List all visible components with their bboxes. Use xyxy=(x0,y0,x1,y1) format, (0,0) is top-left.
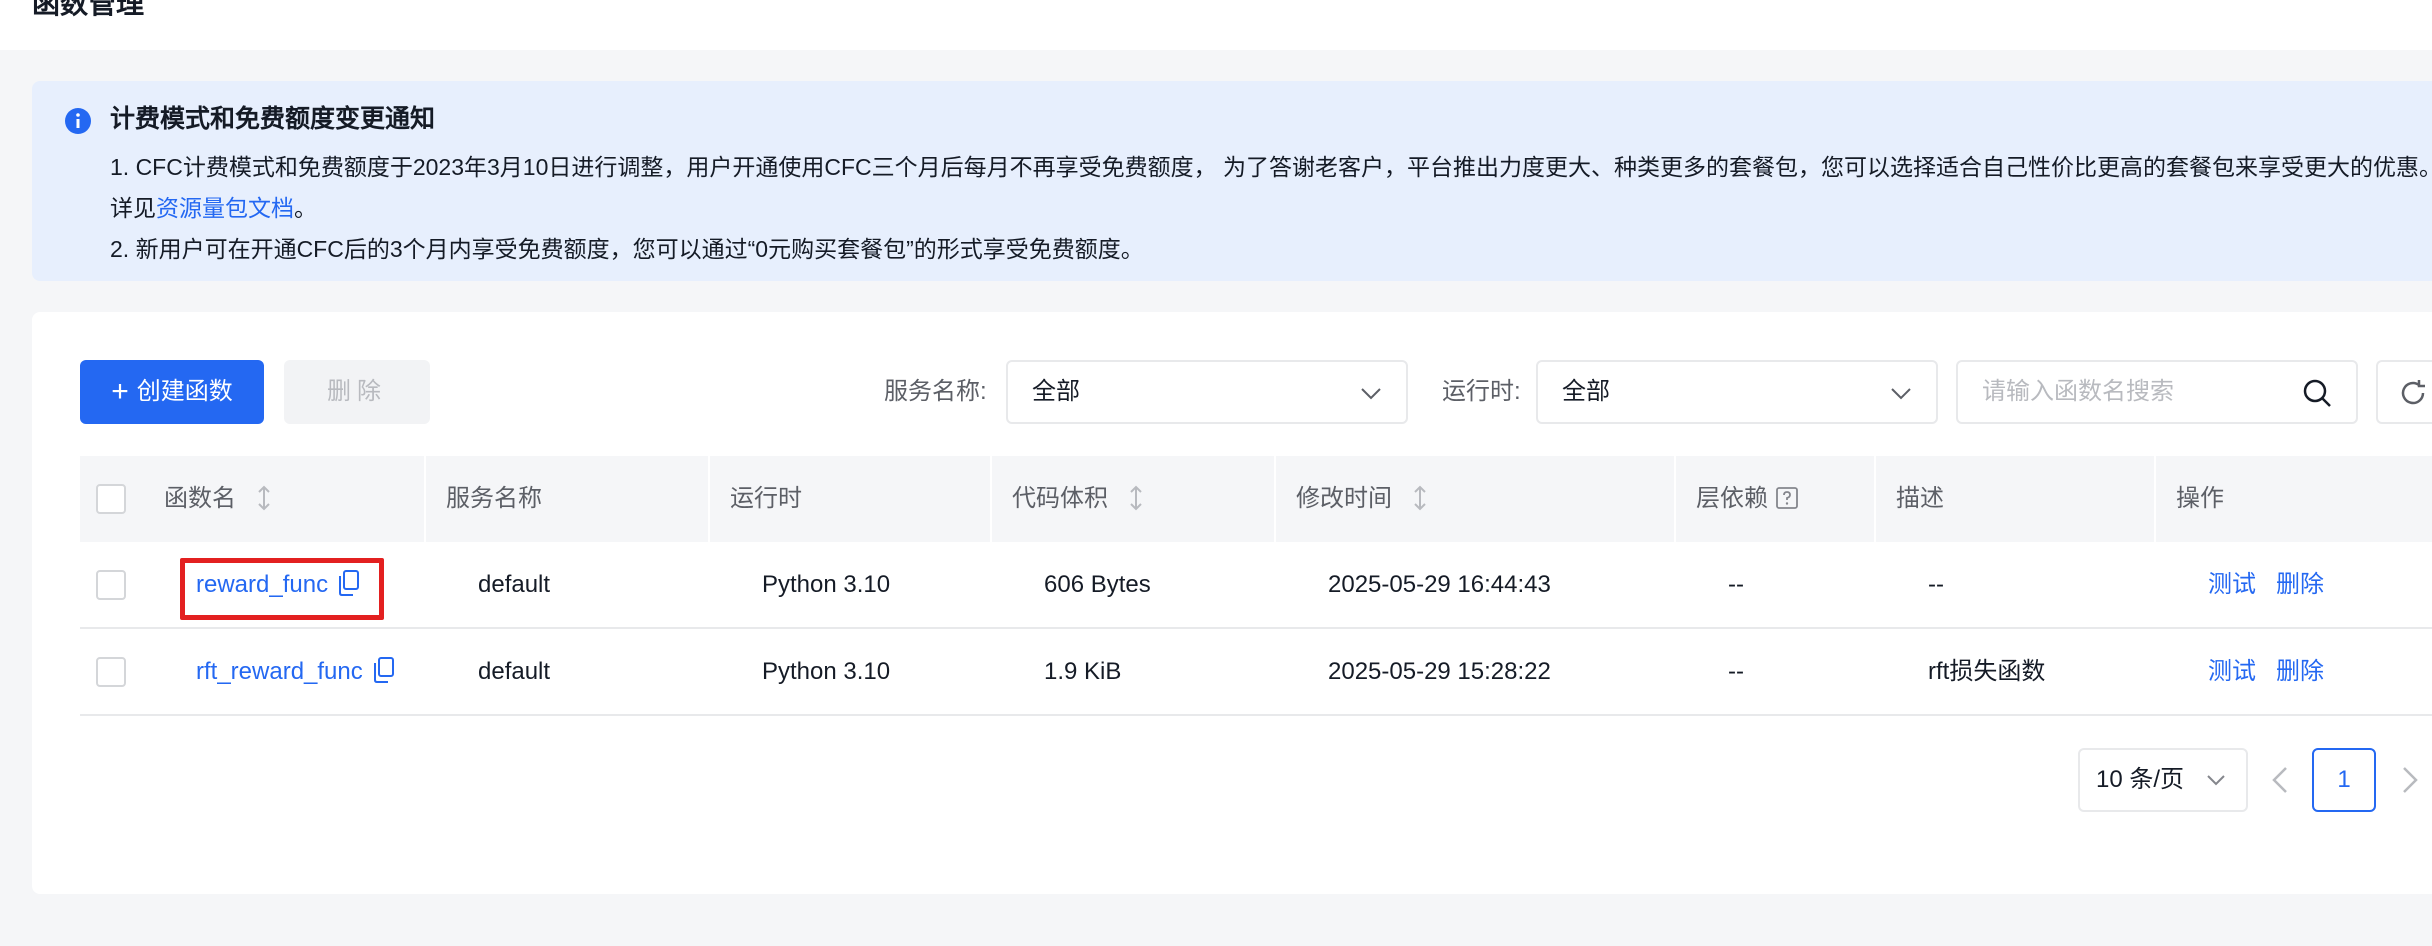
page-size-value: 10 条/页 xyxy=(2096,766,2185,793)
layers-cell: -- xyxy=(1728,658,1744,685)
test-link[interactable]: 测试 xyxy=(2208,658,2256,685)
row-checkbox[interactable] xyxy=(96,657,126,687)
column-code-size[interactable]: 代码体积 xyxy=(1012,456,1144,542)
sort-icon[interactable] xyxy=(1412,485,1428,511)
column-modified-time[interactable]: 修改时间 xyxy=(1296,456,1428,542)
column-divider xyxy=(1274,456,1276,542)
table-row: rft_reward_func default Python 3.10 1.9 … xyxy=(80,629,2432,716)
top-bar: 函数管理 xyxy=(0,0,2432,50)
test-link[interactable]: 测试 xyxy=(2208,571,2256,598)
service-cell: default xyxy=(478,571,551,598)
search-box xyxy=(1956,360,2358,424)
runtime-filter-label: 运行时: xyxy=(1442,378,1521,405)
sort-icon[interactable] xyxy=(256,485,272,511)
column-divider xyxy=(424,456,426,542)
runtime-cell: Python 3.10 xyxy=(762,571,891,598)
chevron-right-icon[interactable] xyxy=(2398,764,2422,796)
table-header: 函数名 服务名称 运行时 代码体积 修改时间 层依赖 描述 操作 xyxy=(80,456,2432,542)
notice-body: 1. CFC计费模式和免费额度于2023年3月10日进行调整，用户开通使用CFC… xyxy=(110,147,2432,270)
modified-time-cell: 2025-05-29 16:44:43 xyxy=(1328,571,1551,598)
column-divider xyxy=(990,456,992,542)
column-description: 描述 xyxy=(1896,485,1944,512)
service-select-value: 全部 xyxy=(1032,378,1080,405)
column-layers: 层依赖 xyxy=(1696,456,1798,542)
plus-icon: + xyxy=(111,375,129,408)
notice-line-2: 2. 新用户可在开通CFC后的3个月内享受免费额度，您可以通过“0元购买套餐包”… xyxy=(110,236,1144,262)
highlight-box xyxy=(180,558,384,620)
column-actions: 操作 xyxy=(2176,485,2224,512)
row-checkbox[interactable] xyxy=(96,570,126,600)
refresh-button[interactable] xyxy=(2376,360,2432,424)
create-function-button[interactable]: + 创建函数 xyxy=(80,360,264,424)
notice-line-1: 1. CFC计费模式和免费额度于2023年3月10日进行调整，用户开通使用CFC… xyxy=(110,147,2432,229)
notice-title: 计费模式和免费额度变更通知 xyxy=(110,105,436,133)
chevron-down-icon xyxy=(1361,388,1381,400)
column-label: 代码体积 xyxy=(1012,485,1108,512)
function-list-card: + 创建函数 删除 服务名称: 全部 运行时: 全部 函数名 服务名称 运行时 代… xyxy=(32,312,2432,894)
column-divider xyxy=(1674,456,1676,542)
page-title: 函数管理 xyxy=(32,0,145,19)
modified-time-cell: 2025-05-29 15:28:22 xyxy=(1328,658,1551,685)
search-input[interactable] xyxy=(1982,372,2282,412)
notice-line-1-text: 1. CFC计费模式和免费额度于2023年3月10日进行调整，用户开通使用CFC… xyxy=(110,154,2432,221)
function-name-cell: rft_reward_func xyxy=(196,629,395,715)
function-name-link[interactable]: rft_reward_func xyxy=(196,658,363,685)
sort-icon[interactable] xyxy=(1128,485,1144,511)
select-all-checkbox[interactable] xyxy=(96,484,126,514)
page-number-button[interactable]: 1 xyxy=(2312,748,2376,812)
runtime-select-value: 全部 xyxy=(1562,378,1610,405)
resource-doc-link[interactable]: 资源量包文档 xyxy=(156,195,294,221)
page-size-select[interactable]: 10 条/页 xyxy=(2078,748,2248,812)
actions-cell: 测试 删除 xyxy=(2208,542,2344,628)
info-icon xyxy=(65,108,91,134)
runtime-cell: Python 3.10 xyxy=(762,658,891,685)
chevron-down-icon xyxy=(2207,775,2225,786)
runtime-select[interactable]: 全部 xyxy=(1536,360,1938,424)
create-function-label: 创建函数 xyxy=(136,378,233,405)
help-icon[interactable] xyxy=(1776,487,1798,509)
column-service: 服务名称 xyxy=(446,485,542,512)
delete-link[interactable]: 删除 xyxy=(2276,571,2324,598)
function-table: 函数名 服务名称 运行时 代码体积 修改时间 层依赖 描述 操作 reward_… xyxy=(80,456,2432,716)
column-runtime: 运行时 xyxy=(730,485,802,512)
service-cell: default xyxy=(478,658,551,685)
column-label: 函数名 xyxy=(164,485,236,512)
description-cell: -- xyxy=(1928,571,1944,598)
description-cell: rft损失函数 xyxy=(1928,658,2046,685)
column-divider xyxy=(1874,456,1876,542)
column-label: 层依赖 xyxy=(1696,485,1768,512)
refresh-icon xyxy=(2401,380,2425,405)
actions-cell: 测试 删除 xyxy=(2208,629,2344,715)
code-size-cell: 606 Bytes xyxy=(1044,571,1151,598)
column-divider xyxy=(2154,456,2156,542)
service-filter-label: 服务名称: xyxy=(884,378,987,405)
delete-button[interactable]: 删除 xyxy=(284,360,430,424)
chevron-down-icon xyxy=(1891,388,1911,400)
notice-line-1-end: 。 xyxy=(294,195,317,221)
service-select[interactable]: 全部 xyxy=(1006,360,1408,424)
chevron-left-icon[interactable] xyxy=(2268,764,2292,796)
notice-banner: 计费模式和免费额度变更通知 1. CFC计费模式和免费额度于2023年3月10日… xyxy=(32,81,2432,281)
copy-icon[interactable] xyxy=(373,657,395,683)
column-divider xyxy=(708,456,710,542)
code-size-cell: 1.9 KiB xyxy=(1044,658,1122,685)
search-icon[interactable] xyxy=(2302,378,2332,408)
column-label: 修改时间 xyxy=(1296,485,1392,512)
column-function-name[interactable]: 函数名 xyxy=(164,456,272,542)
delete-link[interactable]: 删除 xyxy=(2276,658,2324,685)
table-row: reward_func default Python 3.10 606 Byte… xyxy=(80,542,2432,629)
layers-cell: -- xyxy=(1728,571,1744,598)
